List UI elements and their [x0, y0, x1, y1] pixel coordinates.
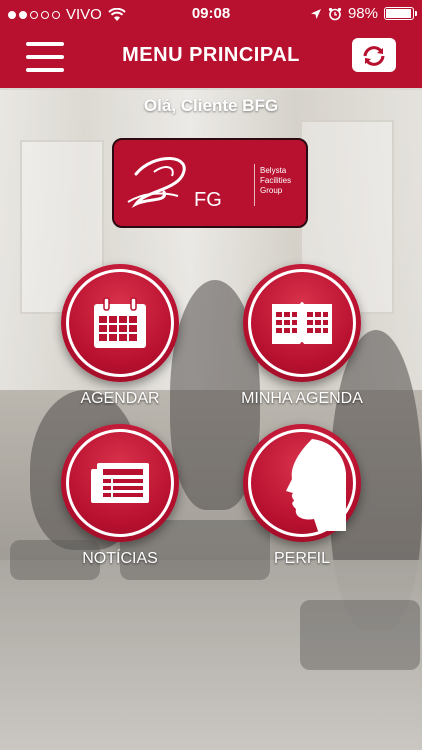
open-agenda-book-icon: [272, 302, 332, 344]
tile-agendar-label: AGENDAR: [80, 390, 160, 407]
top-navigation-bar: MENU PRINCIPAL: [0, 28, 422, 88]
tile-perfil-label: PERFIL: [273, 550, 330, 567]
tile-noticias[interactable]: NOTÍCIAS: [40, 424, 200, 568]
location-arrow-icon: [310, 8, 321, 19]
tile-noticias-label: NOTÍCIAS: [82, 550, 158, 567]
calendar-icon: [94, 297, 146, 348]
tile-minha-agenda[interactable]: MINHA AGENDA: [222, 264, 382, 408]
camera-switch-icon[interactable]: [352, 38, 396, 72]
face-profile-icon: [286, 439, 346, 531]
greeting-text: Olá, Cliente BFG: [143, 96, 279, 115]
newspaper-icon: [91, 463, 149, 503]
battery-percent: 98%: [347, 5, 378, 22]
tile-agendar[interactable]: AGENDAR: [40, 264, 200, 408]
tile-perfil[interactable]: PERFIL: [222, 424, 382, 568]
bfg-logo: FG Belysta Facilities Group: [112, 138, 308, 228]
bfg-logo-mark: FG: [127, 157, 222, 211]
tile-minha-agenda-label: MINHA AGENDA: [241, 390, 363, 407]
logo-subtitle: Belysta Facilities Group: [260, 166, 292, 195]
logo-mark-text: FG: [194, 189, 222, 211]
status-bar: VIVO 09:08 98%: [0, 0, 422, 28]
battery-icon: [384, 7, 417, 20]
alarm-icon: [328, 7, 342, 20]
